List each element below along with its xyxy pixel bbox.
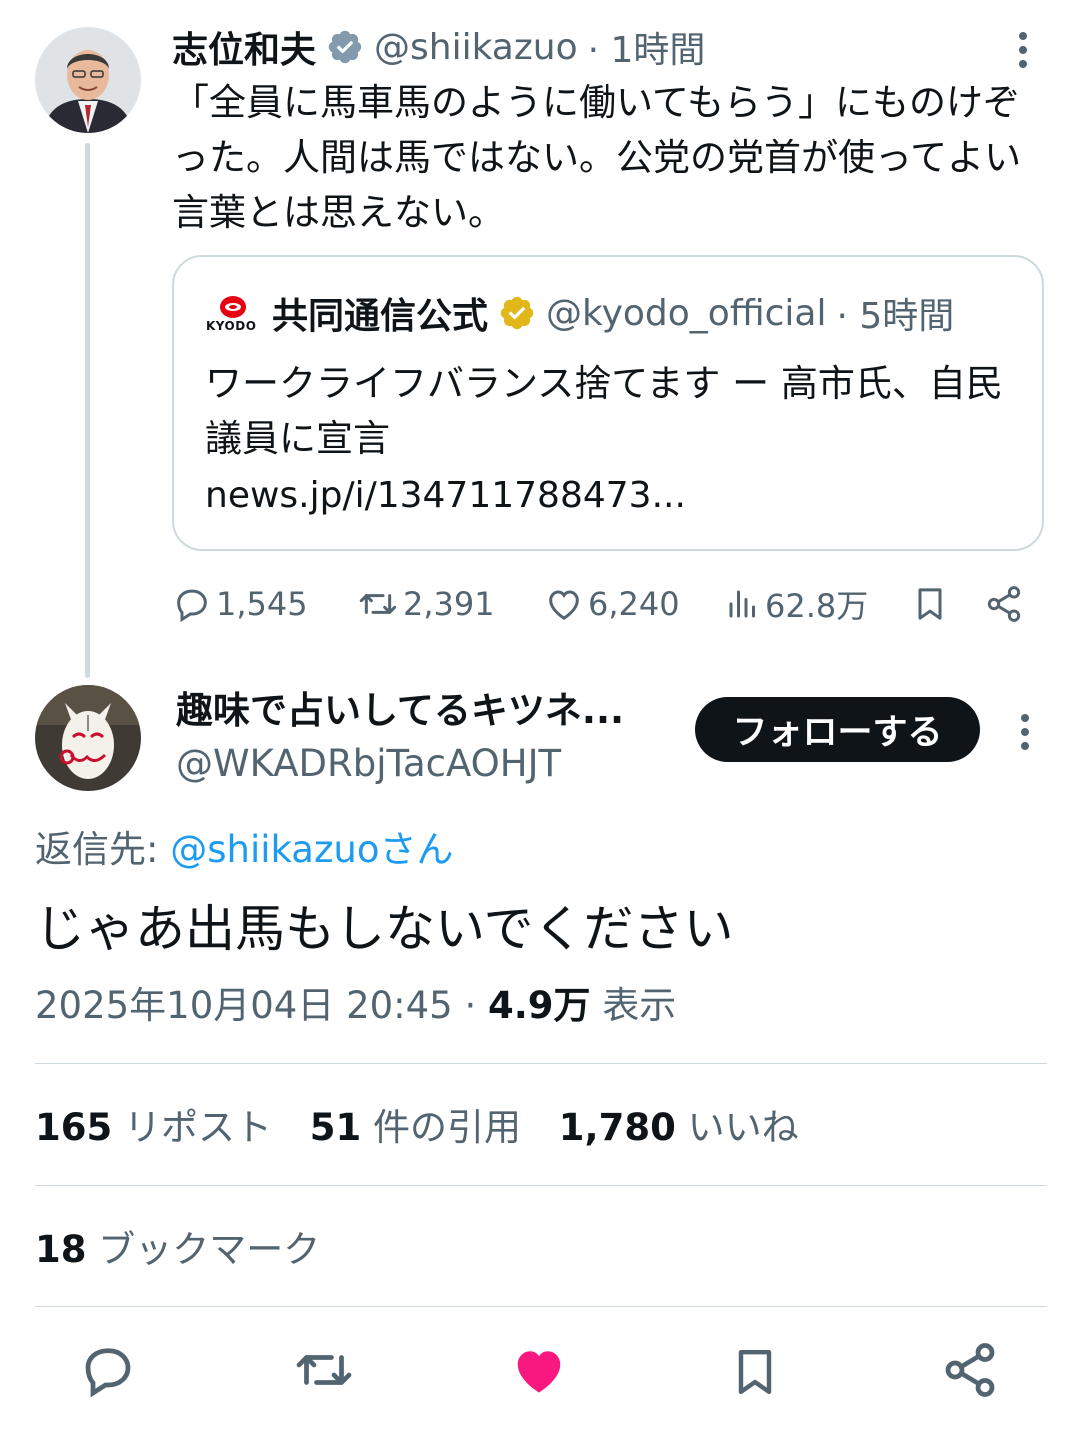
reply-button[interactable]: 1,545 bbox=[172, 578, 308, 630]
share-button[interactable] bbox=[940, 1340, 1000, 1400]
views-icon bbox=[725, 584, 765, 624]
reply-more-icon[interactable] bbox=[1010, 712, 1040, 752]
replying-to-link[interactable]: @shiikazuoさん bbox=[170, 828, 453, 871]
divider bbox=[35, 1063, 1047, 1064]
parent-action-bar: 1,545 2,391 6,240 62.8万 bbox=[172, 578, 1032, 630]
bookmark-button[interactable] bbox=[727, 1340, 783, 1404]
thread-connector-line bbox=[85, 143, 90, 678]
repost-icon bbox=[292, 1340, 356, 1400]
quote-handle: @kyodo_official bbox=[546, 292, 827, 334]
reply-button[interactable] bbox=[78, 1340, 138, 1400]
parent-time[interactable]: · 1時間 bbox=[588, 21, 706, 73]
share-icon bbox=[940, 1340, 1000, 1400]
bookmarks-stat[interactable]: 18 ブックマーク bbox=[35, 1222, 320, 1278]
parent-author-name[interactable]: 志位和夫 bbox=[172, 21, 316, 73]
quote-text: ワークライフバランス捨てます ー 高市氏、自民議員に宣言 bbox=[205, 362, 1003, 460]
quotes-stat-label: 件の引用 bbox=[373, 1106, 522, 1149]
quote-header: 共同通信公式 @kyodo_official · 5時間 bbox=[272, 288, 954, 338]
reply-count: 1,545 bbox=[216, 585, 308, 623]
likes-stat[interactable]: 1,780 いいね bbox=[559, 1106, 799, 1149]
likes-stat-count: 1,780 bbox=[558, 1106, 676, 1149]
parent-author-avatar[interactable] bbox=[35, 27, 141, 133]
share-icon bbox=[984, 584, 1028, 624]
views-button[interactable]: 62.8万 bbox=[725, 578, 868, 630]
like-icon bbox=[544, 584, 588, 624]
reply-text: じゃあ出馬もしないでください bbox=[35, 900, 734, 958]
reposts-stat-count: 165 bbox=[35, 1106, 113, 1149]
like-button[interactable]: 6,240 bbox=[544, 578, 680, 630]
like-count: 6,240 bbox=[588, 585, 680, 623]
quote-author-name: 共同通信公式 bbox=[272, 296, 489, 337]
repost-button[interactable]: 2,391 bbox=[357, 578, 495, 630]
share-button[interactable] bbox=[984, 578, 1028, 630]
reply-author-avatar[interactable] bbox=[35, 685, 141, 791]
replying-to-line: 返信先: @shiikazuoさん bbox=[35, 822, 453, 877]
bookmarks-stat-count: 18 bbox=[35, 1228, 87, 1271]
reply-meta: 2025年10月04日 20:45 · 4.9万 表示 bbox=[35, 980, 676, 1032]
bookmarks-stat-label: ブックマーク bbox=[98, 1228, 321, 1271]
reply-views-count: 4.9万 bbox=[488, 984, 591, 1027]
follow-button[interactable]: フォローする bbox=[695, 697, 980, 762]
views-count: 62.8万 bbox=[765, 587, 869, 625]
like-button-active[interactable] bbox=[508, 1340, 570, 1400]
bookmark-icon bbox=[727, 1340, 783, 1404]
repost-icon bbox=[357, 584, 403, 624]
quotes-stat[interactable]: 51 件の引用 bbox=[310, 1106, 521, 1149]
divider bbox=[35, 1306, 1047, 1307]
kyodo-logo: KYODO bbox=[205, 294, 261, 334]
parent-tweet-text: 「全員に馬車馬のように働いてもらう」にものけぞった。人間は馬ではない。公党の党首… bbox=[172, 81, 1022, 234]
replying-prefix: 返信先: bbox=[35, 828, 171, 871]
reply-views-label: 表示 bbox=[602, 984, 677, 1027]
bookmark-icon bbox=[910, 582, 954, 626]
more-icon[interactable] bbox=[1008, 30, 1038, 70]
quote-link[interactable]: news.jp/i/134711788473... bbox=[205, 470, 686, 522]
verified-grey-icon bbox=[326, 28, 364, 66]
reply-icon bbox=[78, 1340, 138, 1400]
reply-icon bbox=[172, 584, 216, 624]
quote-time: · 5時間 bbox=[836, 296, 955, 337]
kyodo-logo-text: KYODO bbox=[206, 319, 257, 333]
reposts-stat[interactable]: 165 リポスト bbox=[35, 1106, 272, 1149]
verified-gold-icon bbox=[498, 294, 536, 332]
engagement-stats: 165 リポスト 51 件の引用 1,780 いいね bbox=[35, 1100, 799, 1156]
like-icon bbox=[508, 1340, 570, 1400]
reply-author-name[interactable]: 趣味で占いしてるキツネ... bbox=[176, 685, 624, 737]
quotes-stat-count: 51 bbox=[309, 1106, 362, 1149]
repost-button[interactable] bbox=[292, 1340, 356, 1400]
likes-stat-label: いいね bbox=[687, 1106, 799, 1149]
repost-count: 2,391 bbox=[403, 585, 495, 623]
bookmark-button[interactable] bbox=[910, 578, 954, 630]
reply-action-bar bbox=[0, 1340, 1080, 1410]
reply-handle[interactable]: @WKADRbjTacAOHJT bbox=[176, 738, 561, 790]
reply-timestamp[interactable]: 2025年10月04日 20:45 · bbox=[35, 984, 488, 1027]
reposts-stat-label: リポスト bbox=[124, 1106, 272, 1149]
parent-handle[interactable]: @shiikazuo bbox=[374, 27, 578, 68]
parent-header: 志位和夫 @shiikazuo · 1時間 bbox=[172, 22, 705, 72]
divider bbox=[35, 1185, 1047, 1186]
